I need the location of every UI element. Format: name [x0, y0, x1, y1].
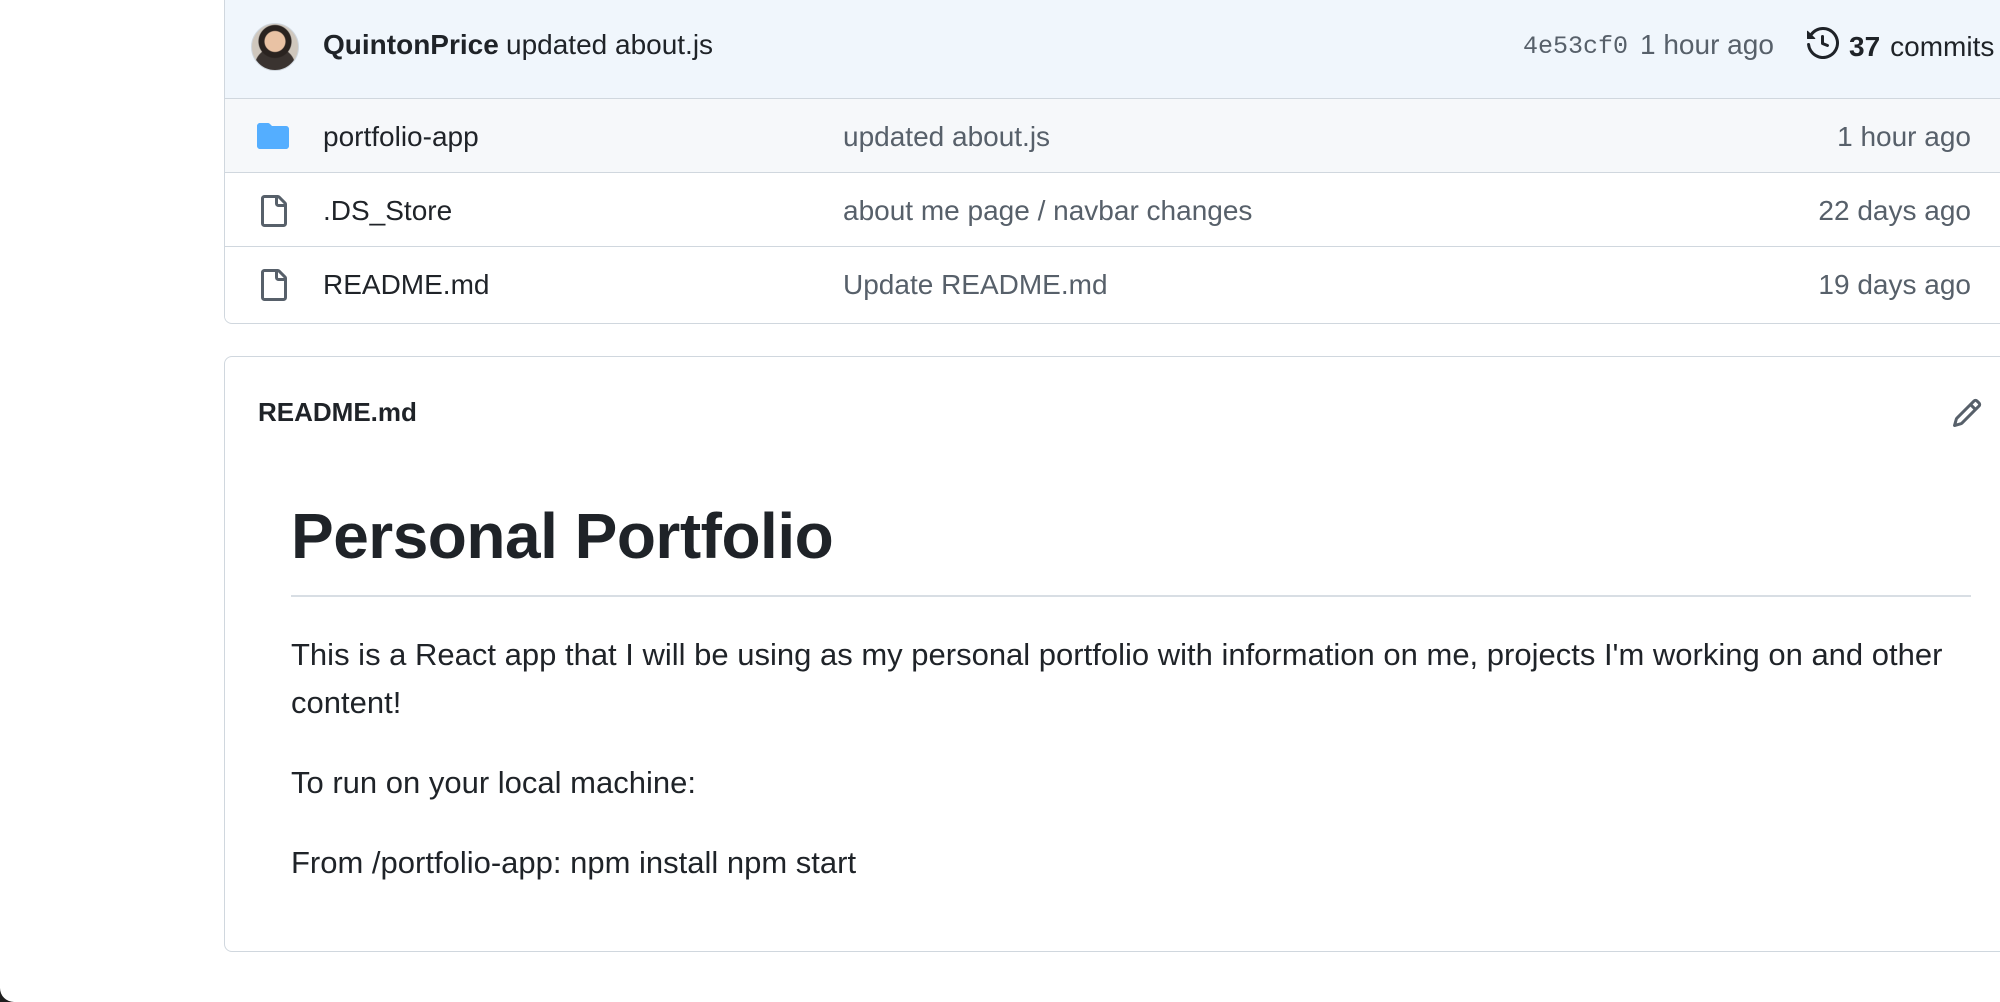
file-icon [257, 195, 289, 227]
page: QuintonPrice updated about.js 4e53cf0 1 … [0, 0, 2000, 1002]
edit-readme-button[interactable] [1947, 395, 1987, 435]
avatar[interactable] [251, 23, 299, 71]
file-commit-link[interactable]: about me page / navbar changes [843, 195, 1252, 227]
readme-panel: README.md Personal Portfolio This is a R… [224, 356, 2000, 952]
file-age: 1 hour ago [1837, 121, 1971, 152]
file-age: 22 days ago [1818, 195, 1971, 226]
readme-paragraph: To run on your local machine: [291, 765, 696, 800]
heading-divider [291, 595, 1971, 597]
file-name-link[interactable]: README.md [323, 269, 489, 301]
commit-time: 1 hour ago [1640, 29, 1774, 60]
file-name-link[interactable]: .DS_Store [323, 195, 452, 227]
commit-message-link[interactable]: updated about.js [506, 29, 713, 61]
file-commit-link[interactable]: updated about.js [843, 121, 1050, 153]
file-icon [257, 269, 289, 301]
commits-label: commits [1890, 30, 1995, 62]
folder-icon [257, 121, 289, 151]
file-row[interactable]: portfolio-app updated about.js 1 hour ag… [225, 99, 2000, 173]
readme-heading: Personal Portfolio [291, 500, 834, 572]
file-row[interactable]: .DS_Store about me page / navbar changes… [225, 173, 2000, 247]
readme-paragraph: From /portfolio-app: npm install npm sta… [291, 845, 857, 880]
latest-commit-bar: QuintonPrice updated about.js 4e53cf0 1 … [225, 0, 2000, 99]
file-browser: QuintonPrice updated about.js 4e53cf0 1 … [224, 0, 2000, 324]
commit-hash-link[interactable]: 4e53cf0 [1523, 32, 1628, 61]
file-name-link[interactable]: portfolio-app [323, 121, 479, 153]
commit-count: 37 [1849, 30, 1881, 62]
pencil-icon [1951, 397, 1983, 434]
window-corner [0, 980, 14, 1002]
commit-history-link[interactable]: 37 commits [1807, 26, 1995, 66]
readme-filename: README.md [258, 397, 417, 427]
file-commit-link[interactable]: Update README.md [843, 269, 1108, 301]
file-age: 19 days ago [1818, 269, 1971, 300]
commit-author-link[interactable]: QuintonPrice [323, 29, 499, 61]
file-row[interactable]: README.md Update README.md 19 days ago [225, 247, 2000, 321]
readme-paragraph: This is a React app that I will be using… [291, 637, 1943, 720]
history-icon [1807, 26, 1840, 66]
